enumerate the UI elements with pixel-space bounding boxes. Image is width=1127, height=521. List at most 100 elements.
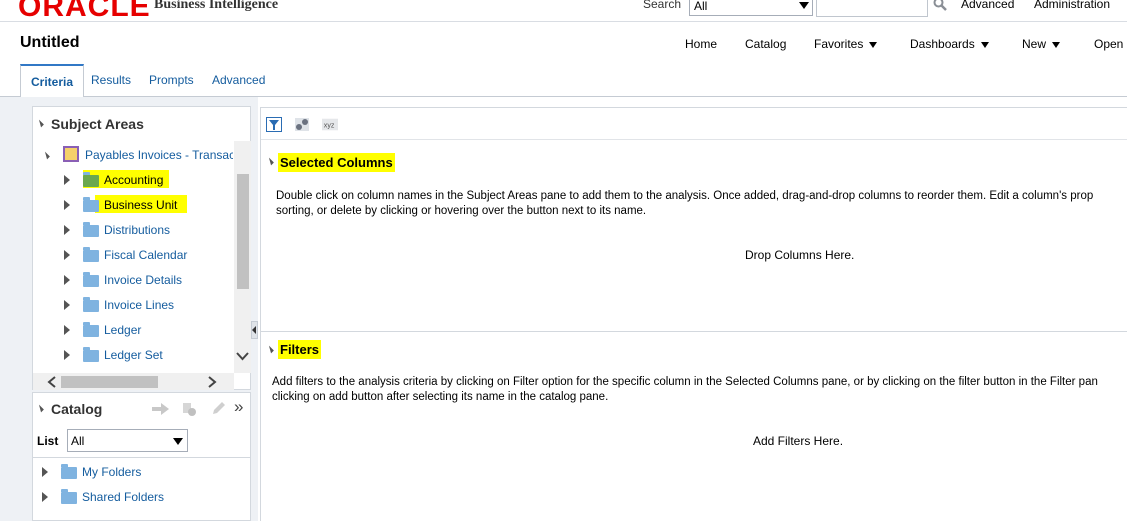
search-icon[interactable] <box>933 0 947 11</box>
more-icon[interactable]: » <box>234 397 243 417</box>
tree-item-distributions[interactable]: Distributions <box>33 219 233 241</box>
chevron-down-icon[interactable] <box>236 351 249 361</box>
expand-icon[interactable] <box>42 492 48 502</box>
chevron-down-icon <box>799 2 809 9</box>
criteria-main-panel: xyz Selected Columns Double click on col… <box>260 107 1127 521</box>
expand-icon[interactable] <box>64 325 70 335</box>
catalog-item-label: My Folders <box>82 465 142 479</box>
expand-icon[interactable] <box>64 350 70 360</box>
subject-areas-header[interactable]: Subject Areas <box>33 107 250 141</box>
expand-icon[interactable] <box>64 200 70 210</box>
tree-item-label: Ledger <box>104 323 142 337</box>
filter-icon[interactable] <box>266 117 282 132</box>
folder-icon <box>83 247 99 262</box>
catalog-item-label: Shared Folders <box>82 490 165 504</box>
folder-icon <box>61 464 77 479</box>
search-input[interactable] <box>816 0 928 17</box>
tab-advanced[interactable]: Advanced <box>212 73 265 87</box>
expand-icon[interactable] <box>42 467 48 477</box>
scrollbar-thumb[interactable] <box>61 376 158 388</box>
tab-criteria[interactable]: Criteria <box>20 64 85 98</box>
collapse-icon[interactable] <box>36 404 44 413</box>
collapse-icon[interactable] <box>36 119 44 128</box>
search-scope-value: All <box>694 0 708 13</box>
selected-columns-title: Selected Columns <box>278 153 395 172</box>
expand-icon[interactable] <box>64 250 70 260</box>
filters-description: Add filters to the analysis criteria by … <box>272 375 1124 405</box>
collapse-icon[interactable] <box>42 151 50 160</box>
filters-title: Filters <box>278 340 322 359</box>
sql-icon[interactable]: xyz <box>322 117 338 132</box>
top-bar: ORACLE Business Intelligence Search All … <box>0 0 1127 23</box>
nav-home-label: Home <box>685 37 718 51</box>
expand-icon[interactable] <box>64 275 70 285</box>
remove-columns-icon[interactable] <box>294 117 310 132</box>
nav-new[interactable]: New <box>1022 37 1061 51</box>
expand-icon[interactable] <box>64 175 70 185</box>
subject-areas-panel: Subject Areas Payables Invoices - Transa… <box>32 106 251 390</box>
subject-area-root-label: Payables Invoices - Transac <box>85 148 233 162</box>
folder-icon <box>61 489 77 504</box>
tab-prompts[interactable]: Prompts <box>149 73 194 87</box>
oracle-logo: ORACLE <box>18 0 151 23</box>
filters-section: Filters Add filters to the analysis crit… <box>261 332 1127 521</box>
collapse-icon[interactable] <box>266 157 274 166</box>
administration-link[interactable]: Administration <box>1034 0 1110 11</box>
tree-item-label: Invoice Lines <box>104 298 175 312</box>
tree-item-label: Fiscal Calendar <box>104 248 188 262</box>
drop-filters-target[interactable]: Add Filters Here. <box>753 434 843 448</box>
tree-item-business-unit[interactable]: Business Unit <box>33 194 233 216</box>
nav-new-label: New <box>1022 37 1047 51</box>
tree-item-label: Ledger Set <box>104 348 163 362</box>
search-scope-select[interactable]: All <box>689 0 813 16</box>
product-name: Business Intelligence <box>154 0 279 12</box>
catalog-item-my-folders[interactable]: My Folders <box>33 461 233 483</box>
catalog-list-value: All <box>71 434 85 448</box>
tree-item-ledger-set[interactable]: Ledger Set <box>33 344 233 366</box>
edit-icon[interactable] <box>210 401 226 417</box>
nav-home[interactable]: Home <box>685 37 717 51</box>
catalog-panel: Catalog » List All My Folders Shared Fol… <box>32 392 251 521</box>
divider <box>33 457 250 458</box>
tab-results[interactable]: Results <box>91 73 131 87</box>
tree-item-fiscal-calendar[interactable]: Fiscal Calendar <box>33 244 233 266</box>
nav-catalog[interactable]: Catalog <box>745 37 786 51</box>
pane-splitter-handle[interactable] <box>251 321 258 339</box>
subject-area-icon <box>63 146 79 162</box>
advanced-link[interactable]: Advanced <box>961 0 1014 11</box>
nav-dashboards-label: Dashboards <box>910 37 975 51</box>
nav-dashboards[interactable]: Dashboards <box>910 37 989 51</box>
search-label: Search <box>643 0 682 11</box>
catalog-item-shared-folders[interactable]: Shared Folders <box>33 486 233 508</box>
subject-area-root[interactable]: Payables Invoices - Transac <box>33 144 233 166</box>
tree-item-label: Accounting <box>104 173 164 187</box>
tree-item-label: Business Unit <box>104 198 178 212</box>
catalog-list-select[interactable]: All <box>67 429 188 452</box>
expand-icon[interactable] <box>64 300 70 310</box>
subject-areas-title: Subject Areas <box>51 116 144 132</box>
tree-item-invoice-lines[interactable]: Invoice Lines <box>33 294 233 316</box>
drop-columns-target[interactable]: Drop Columns Here. <box>745 248 854 262</box>
nav-catalog-label: Catalog <box>745 37 787 51</box>
horizontal-scrollbar[interactable] <box>33 373 234 390</box>
nav-favorites[interactable]: Favorites <box>814 37 878 51</box>
tree-item-invoice-details[interactable]: Invoice Details <box>33 269 233 291</box>
nav-favorites-label: Favorites <box>814 37 864 51</box>
add-to-criteria-icon[interactable] <box>152 402 170 416</box>
nav-open[interactable]: Open <box>1094 37 1123 51</box>
nav-open-label: Open <box>1094 37 1124 51</box>
filters-desc-line2: clicking on add button after selecting i… <box>272 391 609 403</box>
criteria-toolbar: xyz <box>261 108 1127 140</box>
chevron-right-icon[interactable] <box>207 376 217 388</box>
collapse-icon[interactable] <box>266 345 274 354</box>
vertical-scrollbar[interactable] <box>234 141 251 373</box>
tree-item-ledger[interactable]: Ledger <box>33 319 233 341</box>
scrollbar-thumb[interactable] <box>237 174 249 289</box>
chevron-down-icon <box>980 41 989 48</box>
expand-icon[interactable] <box>64 225 70 235</box>
folder-icon <box>83 222 99 237</box>
chevron-left-icon[interactable] <box>47 376 57 388</box>
properties-icon[interactable] <box>181 401 197 417</box>
tree-item-accounting[interactable]: Accounting <box>33 169 233 191</box>
page-title: Untitled <box>20 34 80 51</box>
